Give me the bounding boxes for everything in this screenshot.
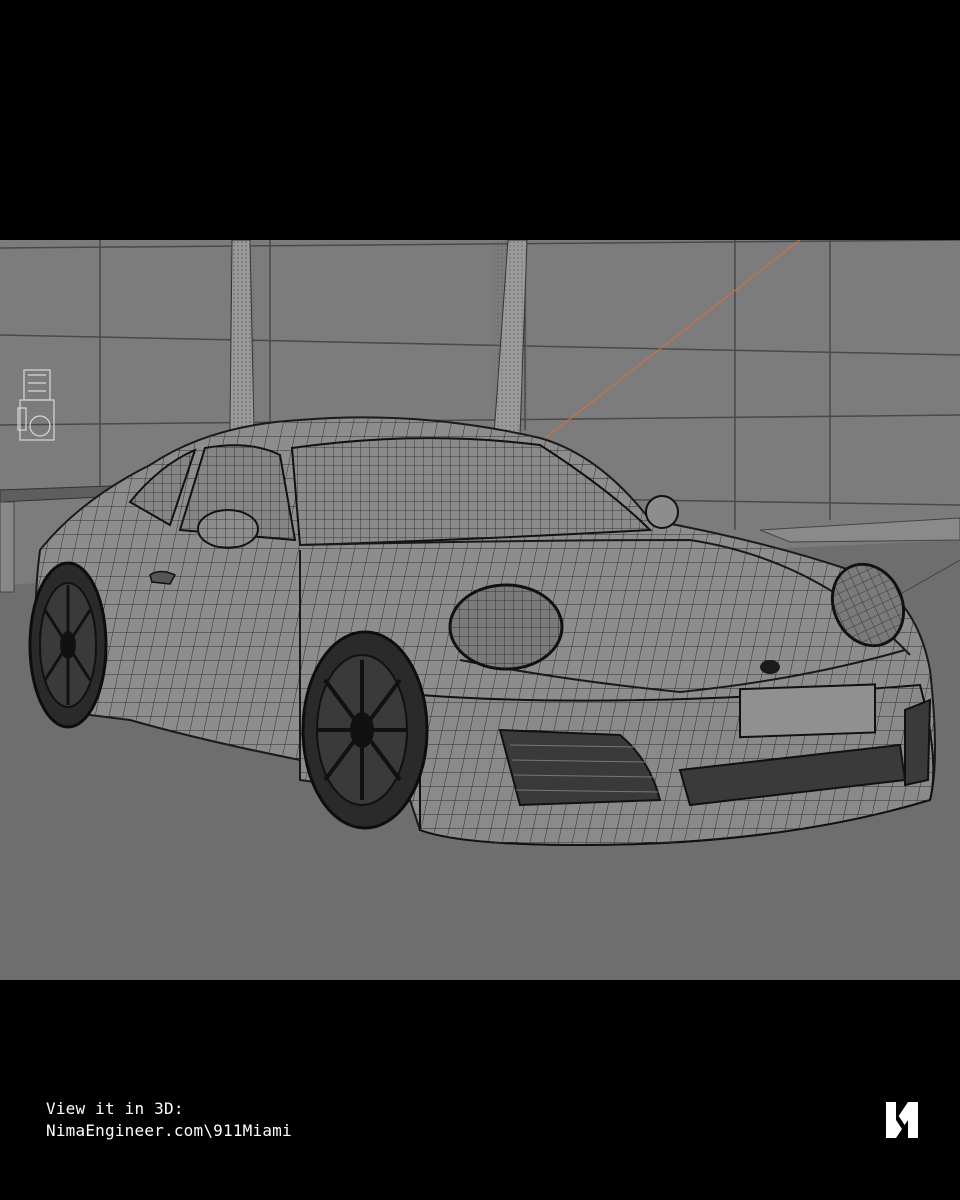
top-letterbox [0, 0, 960, 240]
caption-link[interactable]: NimaEngineer.com\911Miami [46, 1120, 292, 1142]
bottom-letterbox [0, 980, 960, 1200]
camera-gizmo-icon [17, 369, 55, 441]
3d-viewport[interactable] [0, 240, 960, 980]
rear-wheel [28, 561, 108, 729]
pillars [229, 240, 528, 436]
caption-line-1: View it in 3D: [46, 1099, 184, 1118]
n-logo-icon [886, 1102, 918, 1138]
front-wheel [301, 630, 429, 830]
wireframe-scene [0, 240, 960, 980]
caption: View it in 3D: NimaEngineer.com\911Miami [46, 1098, 292, 1142]
